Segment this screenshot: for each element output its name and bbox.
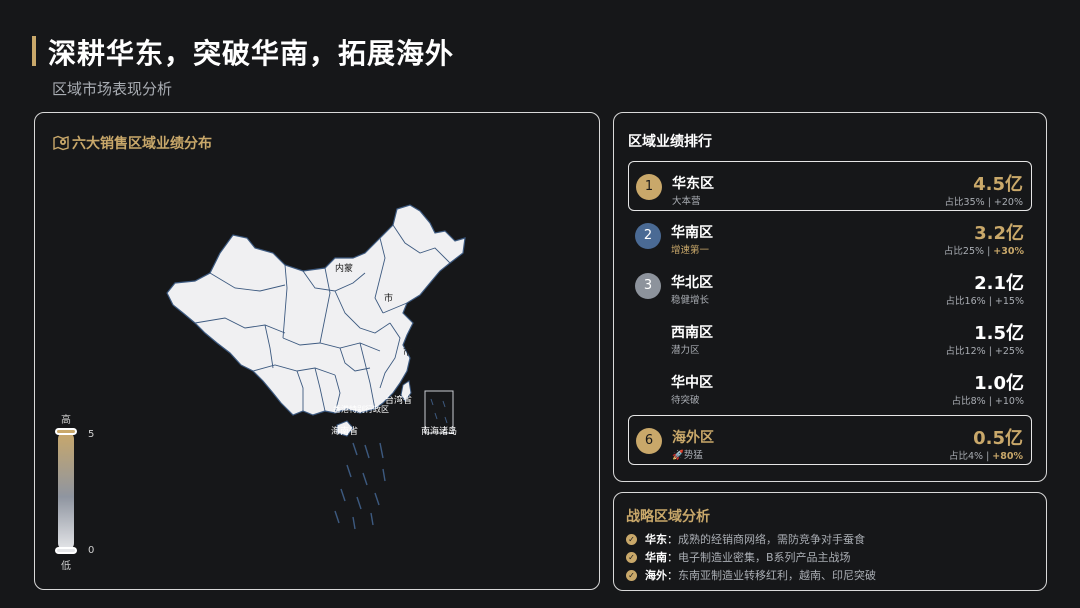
rank-share: 占比4% [948,451,984,462]
ranking-row[interactable]: 6 海外区 🚀势猛 0.5亿占比4% | +80% [628,415,1032,465]
rank-growth: +25% [994,346,1024,357]
rank-region-name: 华中区 [671,375,713,391]
rank-region-tag: 增速第一 [671,245,710,256]
ranking-panel: 区域业绩排行 1 华东区大本营 4.5亿占比35% | +20% 2 华南区增速第一 3.… [613,112,1047,482]
title-accent-bar [32,36,36,66]
map-panel: 六大销售区域业绩分布 内蒙 市 市 台湾省 香港特别行政区 海南省 南海诸岛 高… [34,112,600,590]
strategy-colon: ： [667,569,678,582]
rank-badge: 1 [636,174,662,200]
check-circle-icon: ✓ [626,533,637,545]
rank-region-name: 华南区 [671,225,713,241]
label-inner-mongolia: 内蒙 [335,262,353,274]
rank-region-tag: 大本营 [672,196,701,207]
rank-region-meta: 占比12% | +25% [945,346,1024,357]
strategy-text: 东南亚制造业转移红利，越南、印尼突破 [678,569,876,582]
rank-badge: 6 [636,428,662,454]
strategy-item: ✓ 华东：成熟的经销商网络，需防竞争对手蚕食 [626,531,865,547]
rank-region-tag: 潜力区 [671,345,700,356]
label-shanghai: 市 [403,346,412,358]
rank-region-value: 4.5亿 [973,174,1023,195]
legend-gradient-bar [58,431,74,551]
rank-region-meta: 占比8% | +10% [951,396,1024,407]
rank-region-value: 1.0亿 [974,373,1024,394]
check-circle-icon: ✓ [626,569,637,581]
rank-region-meta: 占比35% | +20% [944,197,1023,208]
page-subtitle: 区域市场表现分析 [52,80,173,98]
rank-region-value: 0.5亿 [973,428,1023,449]
strategy-colon: ： [667,533,678,546]
legend-low-label: 低 [61,561,71,572]
map-legend: 高 5 0 低 [55,411,115,572]
rank-region-name: 西南区 [671,325,713,341]
rank-region-name: 海外区 [672,430,714,446]
legend-min-value: 0 [88,545,95,556]
strategy-colon: ： [667,551,678,564]
strategy-text: 电子制造业密集，B系列产品主战场 [678,551,851,564]
legend-top-handle[interactable] [55,428,77,435]
label-hainan: 海南省 [331,425,358,437]
rank-share: 占比12% [945,346,986,357]
rank-share: 占比16% [945,296,986,307]
ranking-row[interactable]: 1 华东区大本营 4.5亿占比35% | +20% [628,161,1032,211]
rank-region-tag: 待突破 [671,395,700,406]
rank-share: 占比35% [944,197,985,208]
rank-badge: 2 [635,223,661,249]
rank-region-meta: 占比4% | +80% [948,451,1023,462]
rank-growth: +20% [993,197,1023,208]
rank-badge: 3 [635,273,661,299]
strategy-panel-heading: 战略区域分析 [626,509,710,525]
ranking-row[interactable]: 华中区待突破 1.0亿占比8% | +10% [628,361,1032,411]
strategy-text: 成熟的经销商网络，需防竞争对手蚕食 [678,533,865,546]
rank-growth: +80% [992,451,1023,462]
rank-growth: +15% [994,296,1024,307]
label-taiwan: 台湾省 [385,394,412,406]
ranking-row[interactable]: 3 华北区稳健增长 2.1亿占比16% | +15% [628,261,1032,311]
rank-share: 占比25% [943,246,985,257]
rank-region-meta: 占比25% | +30% [943,246,1024,257]
china-map[interactable]: 内蒙 市 市 台湾省 香港特别行政区 海南省 南海诸岛 [35,113,601,591]
legend-high-label: 高 [61,415,71,426]
check-circle-icon: ✓ [626,551,637,563]
rank-region-value: 3.2亿 [974,223,1024,244]
strategy-item: ✓ 华南：电子制造业密集，B系列产品主战场 [626,549,851,565]
legend-max-value: 5 [88,429,95,440]
south-sea-islands [334,442,386,530]
china-mainland[interactable] [166,204,466,416]
rank-region-name: 华北区 [671,275,713,291]
rank-region-value: 1.5亿 [974,323,1024,344]
rank-region-name: 华东区 [672,176,714,192]
label-south-sea: 南海诸岛 [421,425,457,437]
rank-region-meta: 占比16% | +15% [945,296,1024,307]
strategy-panel: 战略区域分析 ✓ 华东：成熟的经销商网络，需防竞争对手蚕食 ✓ 华南：电子制造业密集，… [613,492,1047,591]
rank-share: 占比8% [951,396,986,407]
label-hebei: 市 [384,292,393,304]
legend-bottom-handle[interactable] [55,547,77,554]
rank-growth: +30% [993,246,1024,257]
page-title: 深耕华东，突破华南，拓展海外 [48,37,455,70]
rank-region-value: 2.1亿 [974,273,1024,294]
rank-growth: +10% [994,396,1024,407]
ranking-row[interactable]: 西南区潜力区 1.5亿占比12% | +25% [628,311,1032,361]
ranking-row[interactable]: 2 华南区增速第一 3.2亿占比25% | +30% [628,211,1032,261]
label-hongkong-macao: 香港特别行政区 [333,404,389,414]
strategy-region: 海外 [645,569,667,582]
ranking-panel-heading: 区域业绩排行 [628,134,712,150]
rank-region-tag: 🚀势猛 [672,450,703,461]
rank-region-tag: 稳健增长 [671,295,710,306]
strategy-region: 华东 [645,533,667,546]
strategy-item: ✓ 海外：东南亚制造业转移红利，越南、印尼突破 [626,567,876,583]
strategy-region: 华南 [645,551,667,564]
